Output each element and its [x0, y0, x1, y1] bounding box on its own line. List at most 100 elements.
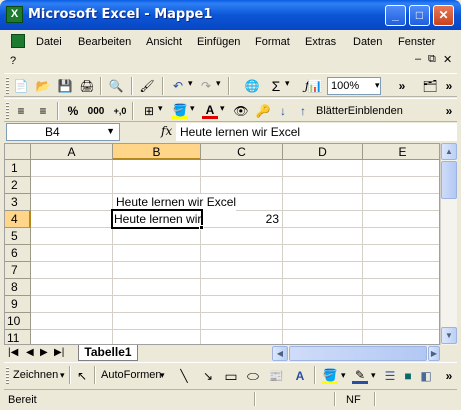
menu-help[interactable]: ?: [10, 55, 16, 67]
column-header-d[interactable]: D: [283, 144, 363, 160]
scroll-right-icon[interactable]: ▶: [428, 346, 440, 361]
toolbar-overflow-icon-4[interactable]: »: [441, 368, 457, 384]
thousands-separator-icon[interactable]: 000: [88, 103, 105, 119]
text-box-icon[interactable]: 📰: [268, 368, 284, 384]
undo-dropdown-icon[interactable]: ▾: [188, 78, 193, 89]
horizontal-scroll-thumb[interactable]: [289, 346, 427, 361]
font-color-icon[interactable]: A: [202, 103, 218, 119]
row-header-3[interactable]: 3: [5, 194, 31, 211]
menu-datei[interactable]: Datei: [36, 36, 62, 48]
key-icon[interactable]: 🔑: [255, 103, 271, 119]
draw-fill-color-icon[interactable]: 🪣: [322, 368, 338, 384]
insert-function-icon[interactable]: fx: [161, 124, 172, 138]
doc-close-icon[interactable]: ✕: [443, 53, 452, 66]
font-color-dropdown-icon[interactable]: ▾: [220, 103, 225, 114]
row-header-4[interactable]: 4: [5, 211, 31, 228]
menu-ansicht[interactable]: Ansicht: [146, 36, 182, 48]
permission-icon[interactable]: 🖨: [79, 78, 95, 94]
align-right-icon[interactable]: ≡: [35, 103, 51, 119]
scroll-down-icon[interactable]: ▼: [441, 327, 457, 344]
row-header-6[interactable]: 6: [5, 245, 31, 262]
row-header-7[interactable]: 7: [5, 262, 31, 279]
name-box[interactable]: B4 ▼: [6, 123, 120, 141]
autoshapes-dropdown-icon[interactable]: ▾: [160, 370, 165, 381]
row-header-5[interactable]: 5: [5, 228, 31, 245]
blaetter-einblenden-button[interactable]: BlätterEinblenden: [316, 105, 403, 117]
minimize-button[interactable]: _: [385, 5, 406, 26]
row-header-10[interactable]: 10: [5, 313, 31, 330]
fill-color-dropdown-icon[interactable]: ▾: [190, 103, 195, 114]
column-header-a[interactable]: A: [31, 144, 113, 160]
toolbar-overflow-icon-2[interactable]: »: [441, 78, 457, 94]
maximize-button[interactable]: □: [409, 5, 430, 26]
eye-icon[interactable]: 👁: [233, 103, 249, 119]
last-sheet-icon[interactable]: ▶|: [54, 347, 64, 358]
redo-icon[interactable]: ↷: [198, 78, 214, 94]
new-document-icon[interactable]: 📄: [13, 78, 29, 94]
draw-fill-dropdown-icon[interactable]: ▾: [341, 370, 346, 381]
menu-bearbeiten[interactable]: Bearbeiten: [78, 36, 131, 48]
horizontal-scrollbar[interactable]: ◀ ▶: [272, 346, 440, 361]
wordart-icon[interactable]: A: [292, 368, 308, 384]
toolbar-grip[interactable]: [6, 102, 9, 119]
redo-dropdown-icon[interactable]: ▾: [216, 78, 221, 89]
arrow-icon[interactable]: ↘: [200, 368, 216, 384]
line-style-icon[interactable]: ☰: [382, 368, 398, 384]
menu-daten[interactable]: Daten: [353, 36, 382, 48]
row-header-2[interactable]: 2: [5, 177, 31, 194]
rectangle-icon[interactable]: ▭: [223, 368, 239, 384]
autosum-dropdown-icon[interactable]: ▾: [285, 78, 290, 89]
worksheet-grid[interactable]: A B C D E 1 2 3 4 5 6 7 8 9 10 11 Heute …: [4, 143, 440, 345]
cell-c4[interactable]: 23: [201, 211, 282, 228]
open-folder-icon[interactable]: 📂: [35, 78, 51, 94]
close-button[interactable]: ✕: [433, 5, 454, 26]
row-header-1[interactable]: 1: [5, 160, 31, 177]
excel-app-icon[interactable]: X: [6, 6, 23, 23]
increase-decimal-icon[interactable]: +,0: [112, 103, 128, 119]
row-header-11[interactable]: 11: [5, 330, 31, 344]
research-icon[interactable]: 🗂: [422, 78, 438, 94]
menu-einfuegen[interactable]: Einfügen: [197, 36, 240, 48]
3d-style-icon[interactable]: ◧: [418, 368, 434, 384]
arrow-up-icon[interactable]: ↑: [295, 103, 311, 119]
align-left-icon[interactable]: ≡: [13, 103, 29, 119]
save-icon[interactable]: 💾: [57, 78, 73, 94]
column-header-e[interactable]: E: [363, 144, 439, 160]
draw-dropdown-icon[interactable]: ▾: [60, 370, 65, 381]
row-header-9[interactable]: 9: [5, 296, 31, 313]
doc-minimize-icon[interactable]: ‒: [415, 53, 421, 65]
name-box-dropdown-icon[interactable]: ▼: [106, 126, 115, 136]
zoom-dropdown-icon[interactable]: ▾: [375, 80, 380, 91]
shadow-style-icon[interactable]: ■: [400, 368, 416, 384]
sheet-tab-tabelle1[interactable]: Tabelle1: [78, 345, 138, 361]
formula-input[interactable]: Heute lernen wir Excel: [176, 123, 457, 141]
arrow-down-icon[interactable]: ↓: [275, 103, 291, 119]
toolbar-grip[interactable]: [6, 367, 9, 384]
line-color-dropdown-icon[interactable]: ▾: [371, 370, 376, 381]
print-preview-icon[interactable]: 🔍: [108, 78, 124, 94]
draw-menu-button[interactable]: Zeichnen: [13, 369, 58, 381]
line-color-icon[interactable]: ✎: [352, 368, 368, 384]
menu-fenster[interactable]: Fenster: [398, 36, 435, 48]
menu-format[interactable]: Format: [255, 36, 290, 48]
active-cell-b4[interactable]: Heute lernen wir Excel: [111, 209, 203, 229]
toolbar-grip[interactable]: [6, 77, 9, 94]
undo-icon[interactable]: ↶: [170, 78, 186, 94]
borders-dropdown-icon[interactable]: ▾: [158, 103, 163, 114]
vertical-scrollbar[interactable]: ▲ ▼: [440, 143, 457, 345]
column-header-b[interactable]: B: [113, 144, 201, 160]
scroll-left-icon[interactable]: ◀: [272, 346, 288, 361]
fill-color-icon[interactable]: 🪣: [172, 103, 188, 119]
vertical-scroll-thumb[interactable]: [441, 161, 457, 199]
column-header-c[interactable]: C: [201, 144, 283, 160]
percent-style-icon[interactable]: %: [65, 103, 81, 119]
select-all-corner[interactable]: [5, 144, 31, 160]
row-header-8[interactable]: 8: [5, 279, 31, 296]
format-painter-icon[interactable]: 🖌: [139, 78, 155, 94]
first-sheet-icon[interactable]: |◀: [8, 347, 18, 358]
doc-restore-icon[interactable]: ⧉: [428, 53, 436, 66]
autoshapes-menu-button[interactable]: AutoFormen: [101, 369, 162, 381]
workbook-icon[interactable]: [11, 34, 25, 48]
menu-extras[interactable]: Extras: [305, 36, 336, 48]
scroll-up-icon[interactable]: ▲: [441, 143, 457, 160]
